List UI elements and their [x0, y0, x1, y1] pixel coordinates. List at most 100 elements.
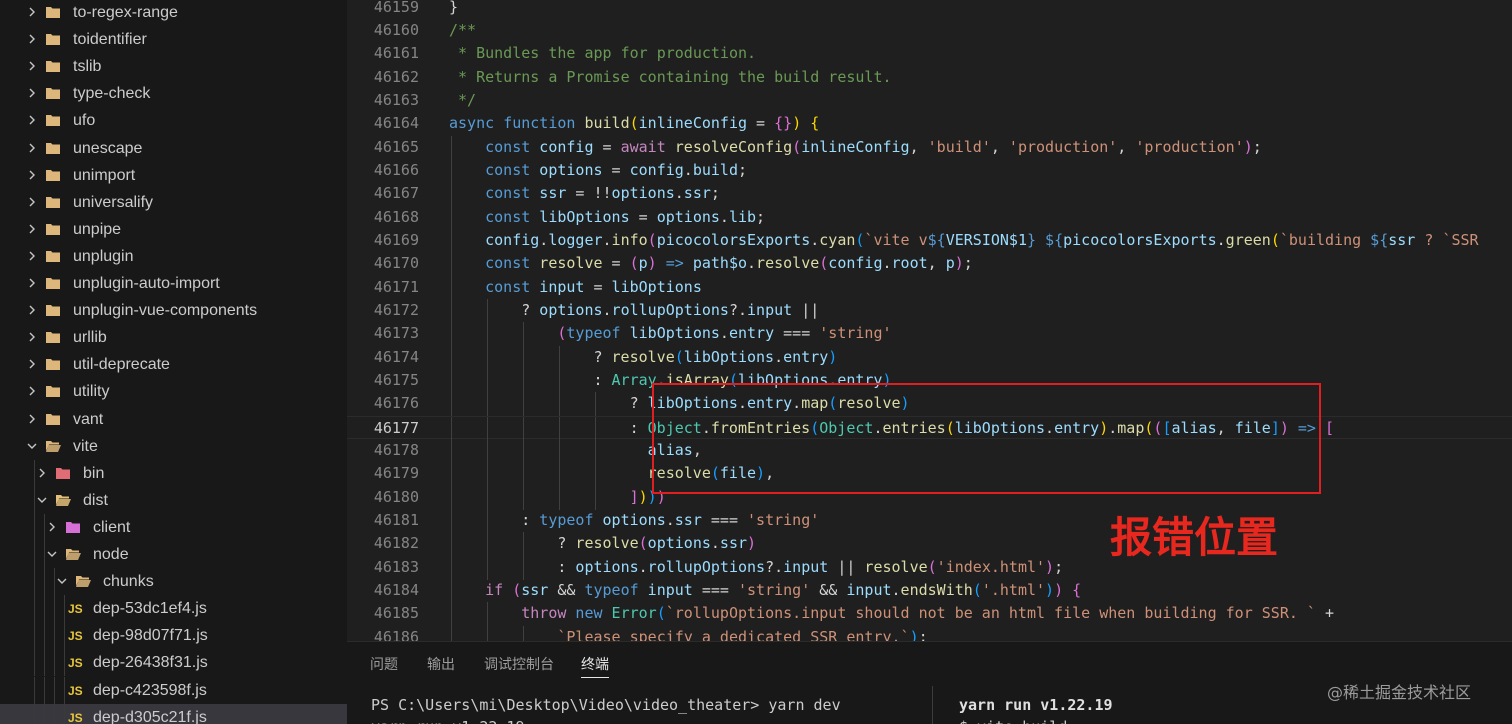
terminal-right-line-2[interactable]: $ vite build — [959, 716, 1067, 724]
code-token: green — [1225, 231, 1271, 249]
tree-item[interactable]: vant — [0, 406, 347, 433]
code-token: ${ — [1045, 231, 1064, 249]
code-line[interactable]: 46163 */ — [347, 89, 1512, 112]
tree-item[interactable]: JS dep-53dc1ef4.js — [0, 595, 347, 623]
terminal-left-line-2[interactable]: yarn run v1.22.19 — [371, 716, 525, 724]
tree-item[interactable]: urllib — [0, 324, 347, 351]
chevron-down-icon[interactable] — [35, 493, 49, 507]
chevron-right-icon[interactable] — [25, 86, 39, 100]
code-line[interactable]: 46161 * Bundles the app for production. — [347, 42, 1512, 65]
code-line[interactable]: 46184 if (ssr && typeof input === 'string… — [347, 578, 1512, 603]
chevron-right-icon[interactable] — [25, 168, 39, 182]
chevron-right-icon[interactable] — [25, 357, 39, 371]
tree-item[interactable]: JS dep-98d07f71.js — [0, 622, 347, 650]
chevron-right-icon[interactable] — [25, 113, 39, 127]
tree-item[interactable]: toidentifier — [0, 26, 347, 53]
tree-item[interactable]: unplugin-auto-import — [0, 270, 347, 297]
code-line[interactable]: 46159} — [347, 0, 1512, 19]
terminal-right-line-1[interactable]: yarn run v1.22.19 — [959, 694, 1113, 716]
tree-item[interactable]: ufo — [0, 107, 347, 134]
chevron-right-icon[interactable] — [25, 330, 39, 344]
code-token: . — [882, 254, 892, 273]
tree-item[interactable]: dist — [0, 486, 347, 514]
tree-item[interactable]: unplugin — [0, 243, 347, 270]
code-line[interactable]: 46160 /** — [347, 19, 1512, 42]
chevron-right-icon[interactable] — [25, 195, 39, 209]
code-line[interactable]: 46168 const libOptions = options.lib; — [347, 205, 1512, 230]
code-line[interactable]: 46170 const resolve = (p) => path$o.resol… — [347, 252, 1512, 277]
chevron-right-icon[interactable] — [25, 32, 39, 46]
tree-item[interactable]: JS dep-c423598f.js — [0, 676, 347, 704]
chevron-down-icon[interactable] — [55, 574, 69, 588]
code-line[interactable]: 46186 `Please specify a dedicated SSR ent… — [347, 625, 1512, 641]
chevron-right-icon[interactable] — [45, 520, 59, 534]
tab-problems[interactable]: 问题 — [370, 654, 398, 678]
terminal-split-divider[interactable] — [932, 686, 933, 724]
code-line[interactable]: 46172? options.rollupOptions?.input || — [347, 298, 1512, 323]
tree-item[interactable]: unplugin-vue-components — [0, 297, 347, 324]
tree-item-label: utility — [73, 383, 110, 401]
tree-item-label: universalify — [73, 193, 154, 211]
tab-output[interactable]: 输出 — [427, 654, 455, 678]
tree-item[interactable]: JS dep-26438f31.js — [0, 649, 347, 677]
tree-item[interactable]: universalify — [0, 189, 347, 216]
code-token: ? — [593, 347, 612, 366]
code-line[interactable]: 46181: typeof options.ssr === 'string' — [347, 508, 1512, 533]
code-line[interactable]: 46166 const options = config.build; — [347, 159, 1512, 183]
code-line[interactable]: 46169 config.logger.info(picocolorsExport… — [347, 229, 1512, 253]
chevron-down-icon[interactable] — [25, 439, 39, 453]
tree-item[interactable]: unpipe — [0, 216, 347, 243]
code-line[interactable]: 46175: Array.isArray(libOptions.entry) — [347, 368, 1512, 393]
chevron-right-icon[interactable] — [25, 5, 39, 19]
code-line[interactable]: 46174? resolve(libOptions.entry) — [347, 345, 1512, 370]
code-editor[interactable]: 46159} 46160 /** 46161 * Bundles the app fo… — [347, 0, 1512, 641]
code-line[interactable]: 46165 const config = await resolveConfig(… — [347, 135, 1512, 160]
chevron-down-icon[interactable] — [45, 547, 59, 561]
chevron-right-icon[interactable] — [35, 466, 49, 480]
chevron-right-icon[interactable] — [25, 249, 39, 263]
line-number: 46169 — [373, 231, 419, 249]
tree-item[interactable]: client — [0, 513, 347, 541]
code-line[interactable]: 46173 (typeof libOptions.entry === 'strin… — [347, 322, 1512, 347]
tree-item[interactable]: to-regex-range — [0, 0, 347, 26]
code-line[interactable]: 46180]))) — [347, 485, 1512, 510]
chevron-right-icon[interactable] — [25, 59, 39, 73]
tree-item[interactable]: unescape — [0, 135, 347, 162]
chevron-right-icon[interactable] — [25, 276, 39, 290]
code-line[interactable]: 46182? resolve(options.ssr) — [347, 532, 1512, 557]
tree-item[interactable]: node — [0, 541, 347, 568]
chevron-right-icon[interactable] — [25, 303, 39, 317]
code-line[interactable]: 46164 async function build(inlineConfig =… — [347, 112, 1512, 135]
tree-item[interactable]: vite — [0, 433, 347, 460]
tree-item[interactable]: bin — [0, 459, 347, 487]
tab-debug-console[interactable]: 调试控制台 — [484, 654, 554, 678]
chevron-right-icon[interactable] — [25, 412, 39, 426]
tree-item[interactable]: chunks — [0, 568, 347, 596]
code-token: , — [1117, 137, 1136, 156]
code-line[interactable]: 46179 resolve(file), — [347, 462, 1512, 487]
code-line[interactable]: 46185 throw new Error(`rollupOptions.inpu… — [347, 602, 1512, 627]
tree-item[interactable]: utility — [0, 378, 347, 405]
chevron-right-icon[interactable] — [25, 222, 39, 236]
code-line[interactable]: 46162 * Returns a Promise containing the… — [347, 66, 1512, 89]
tree-item[interactable]: JS dep-d305c21f.js — [0, 703, 347, 724]
watermark: @稀土掘金技术社区 — [1327, 683, 1472, 702]
tab-terminal[interactable]: 终端 — [581, 654, 609, 678]
code-line[interactable]: 46176? libOptions.entry.map(resolve) — [347, 392, 1512, 417]
folder-icon — [44, 31, 62, 47]
chevron-right-icon[interactable] — [25, 384, 39, 398]
tree-item[interactable]: type-check — [0, 80, 347, 107]
code-line[interactable]: 46177: Object.fromEntries(Object.entries… — [347, 415, 1512, 441]
code-line[interactable]: 46167 const ssr = !!options.ssr; — [347, 182, 1512, 207]
chevron-right-icon[interactable] — [25, 141, 39, 155]
code-line[interactable]: 46171 const input = libOptions — [347, 275, 1512, 300]
terminal-left-line-1[interactable]: PS C:\Users\mi\Desktop\Video\video_theat… — [371, 694, 841, 716]
tree-item[interactable]: unimport — [0, 162, 347, 189]
code-token: ( — [1270, 231, 1280, 249]
tree-item[interactable]: util-deprecate — [0, 351, 347, 378]
tree-item[interactable]: tslib — [0, 53, 347, 80]
code-text: const ssr = !!options.ssr; — [485, 182, 720, 205]
code-line[interactable]: 46178 alias, — [347, 438, 1512, 463]
code-line[interactable]: 46183: options.rollupOptions?.input || r… — [347, 555, 1512, 580]
